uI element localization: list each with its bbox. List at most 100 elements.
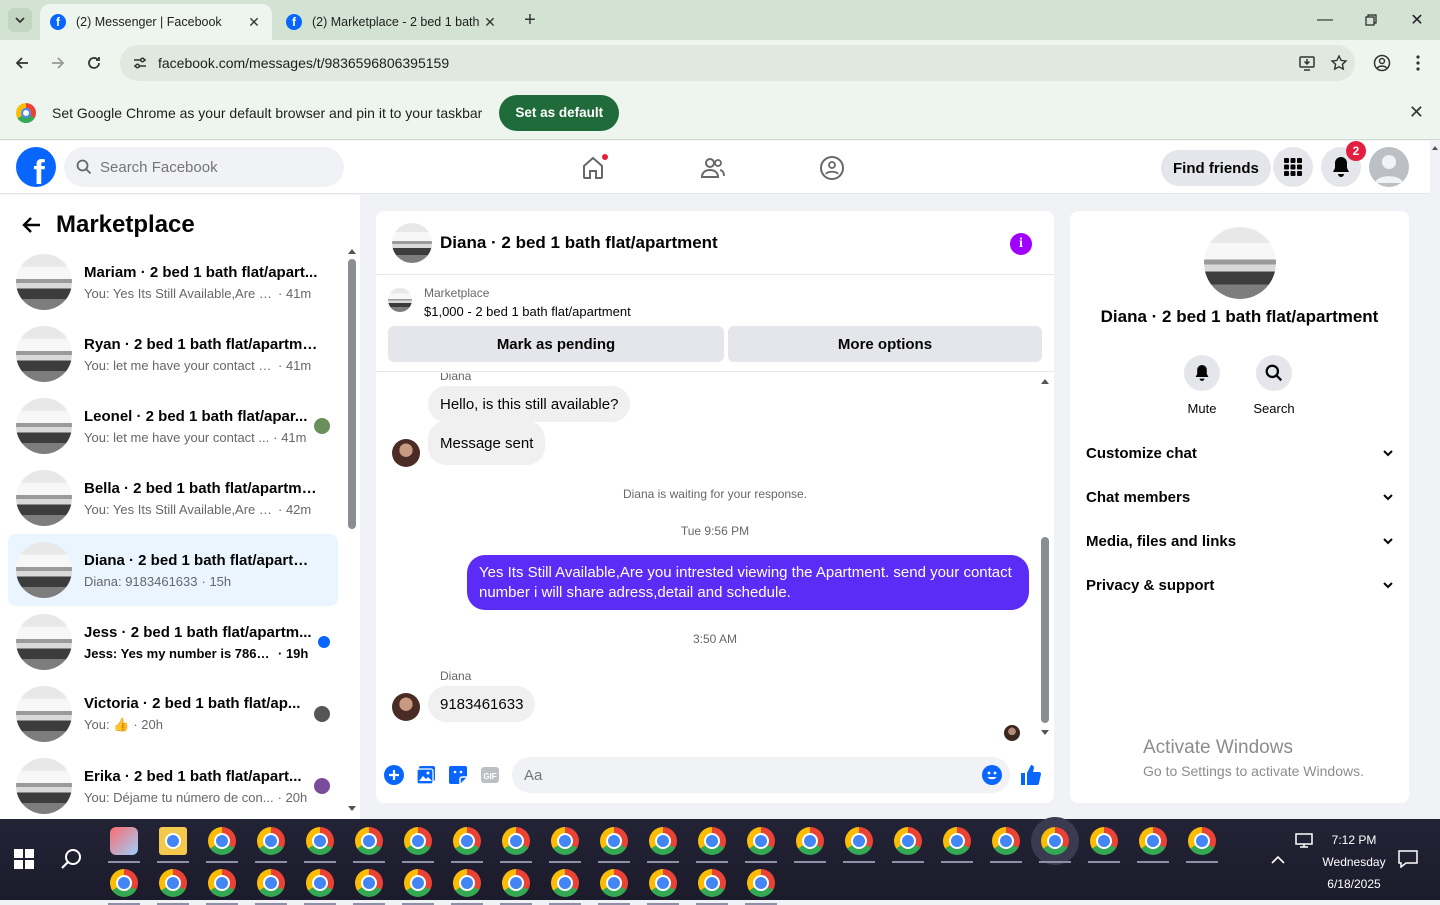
chrome-taskbar-icon[interactable] <box>598 869 630 905</box>
conversation-item[interactable]: Leonel · 2 bed 1 bath flat/apar... You: l… <box>8 390 338 462</box>
set-as-default-button[interactable]: Set as default <box>499 94 620 131</box>
close-tab-icon[interactable]: ✕ <box>246 14 262 30</box>
chrome-taskbar-icon[interactable] <box>451 869 483 905</box>
facebook-search[interactable] <box>64 147 344 187</box>
chrome-taskbar-icon[interactable] <box>1137 827 1169 863</box>
search-action[interactable]: Search <box>1244 355 1304 416</box>
conversation-item[interactable]: Mariam · 2 bed 1 bath flat/apart... You: … <box>8 246 338 318</box>
menu-button[interactable] <box>1273 147 1313 187</box>
chrome-taskbar-icon[interactable] <box>206 827 238 863</box>
chrome-taskbar-icon[interactable] <box>353 869 385 905</box>
chat-title[interactable]: Diana · 2 bed 1 bath flat/apartment <box>440 233 718 253</box>
chrome-taskbar-icon[interactable] <box>843 827 875 863</box>
system-clock[interactable]: 7:12 PM Wednesday 6/18/2025 <box>1312 829 1396 895</box>
chrome-taskbar-icon[interactable] <box>990 827 1022 863</box>
chrome-taskbar-icon[interactable] <box>108 869 140 905</box>
customize-chat-section[interactable]: Customize chat <box>1086 431 1394 475</box>
chrome-taskbar-icon[interactable] <box>549 869 581 905</box>
message-text-field[interactable] <box>524 766 964 784</box>
friends-nav-button[interactable] <box>696 151 730 185</box>
notification-center-icon[interactable] <box>1398 850 1418 868</box>
emoji-icon[interactable] <box>980 763 1004 787</box>
conversation-item[interactable]: Erika · 2 bed 1 bath flat/apart... You: D… <box>8 750 338 822</box>
listing-profile-image[interactable] <box>1204 227 1276 299</box>
listing-small-thumbnail[interactable] <box>388 288 412 312</box>
chrome-taskbar-icon[interactable] <box>598 827 630 863</box>
my-message-bubble[interactable]: Yes Its Still Available,Are you intreste… <box>467 555 1029 610</box>
home-nav-button[interactable] <box>576 151 610 185</box>
privacy-support-section[interactable]: Privacy & support <box>1086 563 1394 607</box>
photo-icon[interactable] <box>414 763 438 787</box>
chat-members-section[interactable]: Chat members <box>1086 475 1394 519</box>
conversation-item[interactable]: Diana · 2 bed 1 bath flat/apartm... Diana… <box>8 534 338 606</box>
network-icon[interactable] <box>1294 833 1314 849</box>
sticker-icon[interactable] <box>446 763 470 787</box>
conversation-item[interactable]: Ryan · 2 bed 1 bath flat/apartme... You: … <box>8 318 338 390</box>
chat-listing-thumbnail[interactable] <box>392 222 432 263</box>
tray-chevron-up-icon[interactable] <box>1271 855 1285 865</box>
chrome-taskbar-icon[interactable] <box>255 869 287 905</box>
facebook-search-input[interactable] <box>100 158 320 176</box>
scrollbar-thumb[interactable] <box>1041 537 1049 723</box>
thumbs-up-icon[interactable] <box>1019 763 1043 787</box>
chrome-taskbar-icon[interactable] <box>549 827 581 863</box>
mark-as-pending-button[interactable]: Mark as pending <box>388 326 724 362</box>
plus-circle-icon[interactable] <box>382 763 406 787</box>
tab-marketplace[interactable]: f (2) Marketplace - 2 bed 1 bath f ✕ <box>276 4 508 40</box>
find-friends-button[interactable]: Find friends <box>1161 150 1271 186</box>
back-arrow-icon[interactable] <box>16 209 48 241</box>
conversation-list-scrollbar[interactable] <box>347 247 357 813</box>
chrome-taskbar-icon[interactable] <box>1088 827 1120 863</box>
close-window-button[interactable]: ✕ <box>1394 0 1440 40</box>
conversation-item[interactable]: Bella · 2 bed 1 bath flat/apartment You: … <box>8 462 338 534</box>
chrome-taskbar-icon[interactable] <box>794 827 826 863</box>
account-avatar[interactable] <box>1369 147 1409 187</box>
message-bubble[interactable]: 9183461633 <box>428 686 536 722</box>
tab-search-dropdown[interactable] <box>8 8 32 32</box>
info-icon[interactable]: i <box>1010 233 1032 255</box>
close-infobar-icon[interactable]: ✕ <box>1409 102 1424 123</box>
address-bar[interactable]: facebook.com/messages/t/9836596806395159 <box>120 45 1355 81</box>
chrome-taskbar-icon[interactable] <box>402 869 434 905</box>
chrome-taskbar-icon[interactable] <box>745 869 777 905</box>
chrome-taskbar-icon[interactable] <box>157 869 189 905</box>
listing-price-title[interactable]: $1,000 - 2 bed 1 bath flat/apartment <box>424 304 631 319</box>
taskbar-search-icon[interactable] <box>60 847 84 871</box>
groups-nav-button[interactable] <box>815 151 849 185</box>
chrome-taskbar-icon[interactable] <box>892 827 924 863</box>
chrome-taskbar-icon[interactable] <box>647 827 679 863</box>
file-explorer-taskbar-icon[interactable] <box>157 827 189 863</box>
chrome-taskbar-icon[interactable] <box>255 827 287 863</box>
forward-button[interactable] <box>46 51 70 75</box>
chrome-taskbar-icon[interactable] <box>500 827 532 863</box>
conversation-item[interactable]: Victoria · 2 bed 1 bath flat/ap... You: 👍… <box>8 678 338 750</box>
scrollbar-thumb[interactable] <box>348 259 356 529</box>
chrome-taskbar-icon[interactable] <box>941 827 973 863</box>
chrome-taskbar-icon[interactable] <box>500 869 532 905</box>
chrome-taskbar-icon[interactable] <box>353 827 385 863</box>
chat-scrollbar[interactable] <box>1040 377 1050 737</box>
chrome-taskbar-icon[interactable] <box>304 827 336 863</box>
snipping-tool-taskbar-icon[interactable] <box>108 827 140 863</box>
minimize-button[interactable]: — <box>1302 0 1348 40</box>
tab-messenger[interactable]: f (2) Messenger | Facebook ✕ <box>40 4 272 40</box>
more-options-button[interactable]: More options <box>728 326 1042 362</box>
new-tab-button[interactable]: + <box>518 8 542 32</box>
chrome-taskbar-icon[interactable] <box>1186 827 1218 863</box>
message-bubble[interactable]: Hello, is this still available? <box>428 386 631 422</box>
chrome-taskbar-icon[interactable] <box>304 869 336 905</box>
message-bubble[interactable]: Message sent <box>428 421 546 465</box>
conversation-item[interactable]: Jess · 2 bed 1 bath flat/apartm... Jess: … <box>8 606 338 678</box>
chrome-taskbar-icon[interactable] <box>696 869 728 905</box>
browser-menu-button[interactable] <box>1406 51 1430 75</box>
media-files-links-section[interactable]: Media, files and links <box>1086 519 1394 563</box>
close-tab-icon[interactable]: ✕ <box>482 14 498 30</box>
chrome-taskbar-icon[interactable] <box>647 869 679 905</box>
mute-action[interactable]: Mute <box>1172 355 1232 416</box>
bookmark-star-icon[interactable] <box>1323 47 1355 79</box>
chrome-taskbar-icon[interactable] <box>402 827 434 863</box>
gif-icon[interactable]: GIF <box>478 763 502 787</box>
chrome-taskbar-icon[interactable] <box>451 827 483 863</box>
diana-avatar[interactable] <box>392 439 420 467</box>
windows-start-icon[interactable] <box>14 849 34 869</box>
